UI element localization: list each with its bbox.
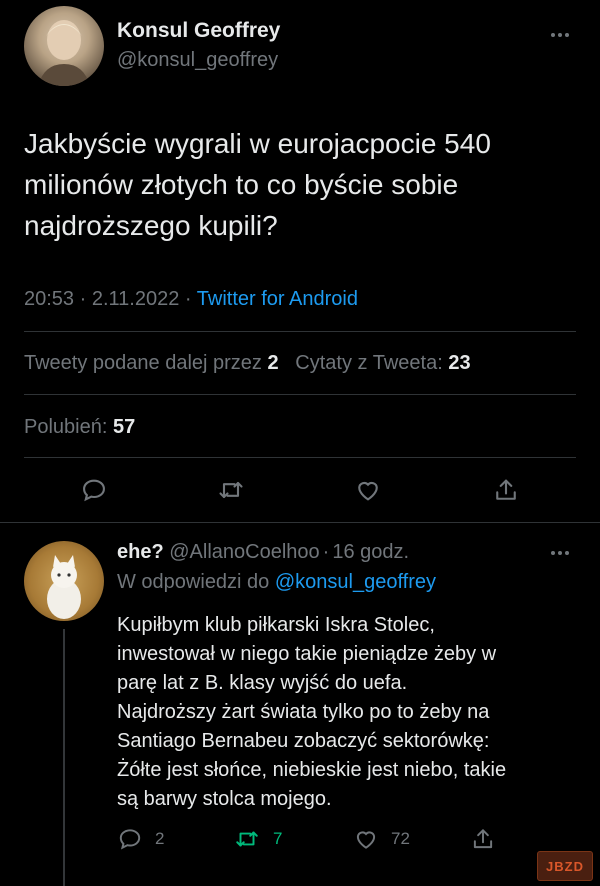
reply-text-line: Kupiłbym klub piłkarski Iskra Stolec, bbox=[117, 614, 435, 636]
replying-to-handle[interactable]: @konsul_geoffrey bbox=[275, 571, 436, 593]
retweet-stats: Tweety podane dalej przez 2 Cytaty z Twe… bbox=[24, 352, 471, 375]
more-icon[interactable] bbox=[551, 33, 569, 37]
reply-text-line: parę lat z B. klasy wyjść do uefa. bbox=[117, 672, 408, 694]
share-icon[interactable] bbox=[492, 476, 520, 504]
reply-share-icon[interactable] bbox=[470, 826, 496, 852]
likes-label: Polubień: bbox=[24, 416, 108, 438]
reply-more-icon[interactable] bbox=[551, 551, 569, 555]
retweets-count: 2 bbox=[267, 352, 279, 374]
tweet-meta: 20:53 · 2.11.2022 · Twitter for Android bbox=[24, 288, 358, 311]
tweet-source-link[interactable]: Twitter for Android bbox=[197, 288, 358, 310]
reply-text: Kupiłbym klub piłkarski Iskra Stolec, in… bbox=[117, 611, 506, 814]
reply-likes-count: 72 bbox=[391, 829, 410, 848]
quotes-count: 23 bbox=[448, 352, 471, 374]
author-avatar[interactable] bbox=[24, 6, 104, 86]
reply-icon bbox=[117, 826, 143, 852]
meta-separator: · bbox=[79, 288, 87, 310]
author-name[interactable]: Konsul Geoffrey bbox=[117, 19, 280, 43]
retweet-icon bbox=[233, 826, 261, 852]
tweet-text-line: milionów złotych to co byście sobie bbox=[24, 169, 459, 200]
retweets-label: Tweety podane dalej przez bbox=[24, 352, 262, 374]
reply-like-button[interactable]: 72 bbox=[353, 826, 410, 852]
reply-author-handle[interactable]: @AllanoCoelhoo bbox=[169, 541, 319, 563]
reply-author-name[interactable]: ehe? bbox=[117, 541, 164, 563]
watermark-text: JBZD bbox=[546, 858, 584, 874]
section-divider bbox=[0, 522, 600, 523]
replying-to: W odpowiedzi do @konsul_geoffrey bbox=[117, 571, 436, 594]
reply-time[interactable]: 16 godz. bbox=[332, 541, 409, 563]
reply-replies-count: 2 bbox=[155, 829, 165, 848]
tweet-date[interactable]: 2.11.2022 bbox=[92, 288, 180, 310]
reply-retweets-count: 7 bbox=[273, 829, 283, 848]
reply-text-line: są barwy stolca mojego. bbox=[117, 788, 332, 810]
reply-avatar[interactable] bbox=[24, 541, 104, 621]
jbzd-watermark: JBZD bbox=[537, 851, 593, 881]
retweet-icon[interactable] bbox=[216, 476, 246, 504]
replying-to-label: W odpowiedzi do bbox=[117, 571, 270, 593]
divider bbox=[24, 457, 576, 458]
retweets-stat[interactable]: Tweety podane dalej przez 2 bbox=[24, 352, 279, 374]
tweet-text-line: najdroższego kupili? bbox=[24, 210, 278, 241]
divider bbox=[24, 394, 576, 395]
tweet-time[interactable]: 20:53 bbox=[24, 288, 74, 310]
reply-text-line: inwestował w niego takie pieniądze żeby … bbox=[117, 643, 497, 665]
tweet-text-line: Jakbyście wygrali w eurojacpocie 540 bbox=[24, 128, 491, 159]
author-handle[interactable]: @konsul_geoffrey bbox=[117, 49, 278, 72]
like-icon bbox=[353, 826, 379, 852]
reply-text-line: Santiago Bernabeu zobaczyć sektorówkę: bbox=[117, 730, 490, 752]
reply-text-line: Najdroższy żart świata tylko po to żeby … bbox=[117, 701, 490, 723]
meta-separator: · bbox=[322, 541, 330, 563]
tweet-text: Jakbyście wygrali w eurojacpocie 540 mil… bbox=[24, 123, 491, 246]
quotes-stat[interactable]: Cytaty z Tweeta: 23 bbox=[295, 352, 470, 374]
thread-line bbox=[63, 629, 65, 886]
like-icon[interactable] bbox=[354, 476, 382, 504]
likes-count: 57 bbox=[112, 416, 136, 438]
divider bbox=[24, 331, 576, 332]
meta-separator: · bbox=[184, 288, 192, 310]
reply-retweet-button[interactable]: 7 bbox=[233, 826, 282, 852]
reply-text-line: Żółte jest słońce, niebieskie jest niebo… bbox=[117, 759, 507, 781]
reply-reply-button[interactable]: 2 bbox=[117, 826, 164, 852]
likes-stat[interactable]: Polubień: 57 bbox=[24, 416, 135, 439]
quotes-label: Cytaty z Tweeta: bbox=[295, 352, 443, 374]
reply-icon[interactable] bbox=[80, 476, 108, 504]
reply-header: ehe? @AllanoCoelhoo · 16 godz. bbox=[117, 541, 409, 564]
